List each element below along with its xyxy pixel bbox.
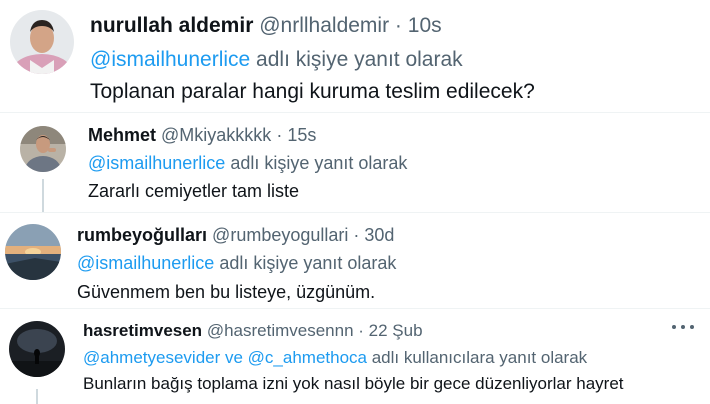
- thread-line: [36, 389, 38, 404]
- avatar[interactable]: [5, 224, 61, 280]
- reply-label: adlı kişiye yanıt olarak: [225, 153, 408, 173]
- author-handle[interactable]: @hasretimvesennn: [207, 321, 354, 340]
- author-name[interactable]: nurullah aldemir: [90, 14, 253, 37]
- avatar[interactable]: [9, 321, 65, 377]
- author-handle[interactable]: @Mkiyakkkkk: [161, 125, 271, 145]
- mention-link[interactable]: @ahmetyesevider ve @c_ahmethoca: [83, 348, 367, 367]
- timestamp[interactable]: 10s: [408, 14, 442, 37]
- tweet-text: Zararlı cemiyetler tam liste: [88, 181, 300, 201]
- tweet-text: Toplanan paralar hangi kuruma teslim edi…: [90, 80, 535, 103]
- more-dot: [690, 325, 694, 329]
- tweet-2[interactable]: Mehmet @Mkiyakkkkk · 15s @ismailhunerlic…: [0, 113, 710, 213]
- tweet-text: Güvenmem ben bu listeye, üzgünüm.: [77, 282, 376, 302]
- mention-link[interactable]: @ismailhunerlice: [88, 153, 225, 173]
- tweet-4[interactable]: hasretimvesen @hasretimvesennn · 22 Şub …: [0, 309, 710, 404]
- reply-label: adlı kişiye yanıt olarak: [250, 48, 463, 71]
- separator-dot: ·: [358, 321, 364, 340]
- author-name[interactable]: hasretimvesen: [83, 321, 202, 340]
- tweet-header: nurullah aldemir @nrllhaldemir · 10s: [90, 14, 442, 38]
- separator-dot: ·: [353, 225, 360, 245]
- mention-link[interactable]: @ismailhunerlice: [90, 48, 250, 71]
- thread-line: [42, 179, 44, 213]
- avatar[interactable]: [20, 126, 66, 172]
- author-name[interactable]: rumbeyoğulları: [77, 225, 207, 245]
- reply-context: @ismailhunerlice adlı kişiye yanıt olara…: [88, 153, 407, 174]
- timestamp[interactable]: 15s: [287, 125, 316, 145]
- reply-label: adlı kişiye yanıt olarak: [214, 253, 397, 273]
- reply-context: @ismailhunerlice adlı kişiye yanıt olara…: [90, 48, 463, 72]
- mention-link[interactable]: @ismailhunerlice: [77, 253, 214, 273]
- reply-context: @ahmetyesevider ve @c_ahmethoca adlı kul…: [83, 348, 587, 368]
- tweet-1[interactable]: nurullah aldemir @nrllhaldemir · 10s @is…: [0, 0, 710, 110]
- avatar[interactable]: [10, 10, 74, 74]
- more-dot: [672, 325, 676, 329]
- tweet-header: hasretimvesen @hasretimvesennn · 22 Şub: [83, 321, 423, 341]
- more-options-icon[interactable]: [672, 322, 694, 332]
- separator-dot: ·: [276, 125, 283, 145]
- more-dot: [681, 325, 685, 329]
- tweet-header: Mehmet @Mkiyakkkkk · 15s: [88, 125, 316, 146]
- author-handle[interactable]: @nrllhaldemir: [259, 14, 389, 37]
- timestamp[interactable]: 30d: [364, 225, 394, 245]
- tweet-3[interactable]: rumbeyoğulları @rumbeyogullari · 30d @is…: [0, 213, 710, 307]
- reply-context: @ismailhunerlice adlı kişiye yanıt olara…: [77, 253, 396, 274]
- timestamp[interactable]: 22 Şub: [369, 321, 423, 340]
- tweet-header: rumbeyoğulları @rumbeyogullari · 30d: [77, 225, 394, 246]
- tweet-text: Bunların bağış toplama izni yok nasıl bö…: [83, 374, 624, 393]
- author-handle[interactable]: @rumbeyogullari: [212, 225, 348, 245]
- reply-label: adlı kullanıcılara yanıt olarak: [367, 348, 588, 367]
- author-name[interactable]: Mehmet: [88, 125, 156, 145]
- separator-dot: ·: [394, 14, 402, 37]
